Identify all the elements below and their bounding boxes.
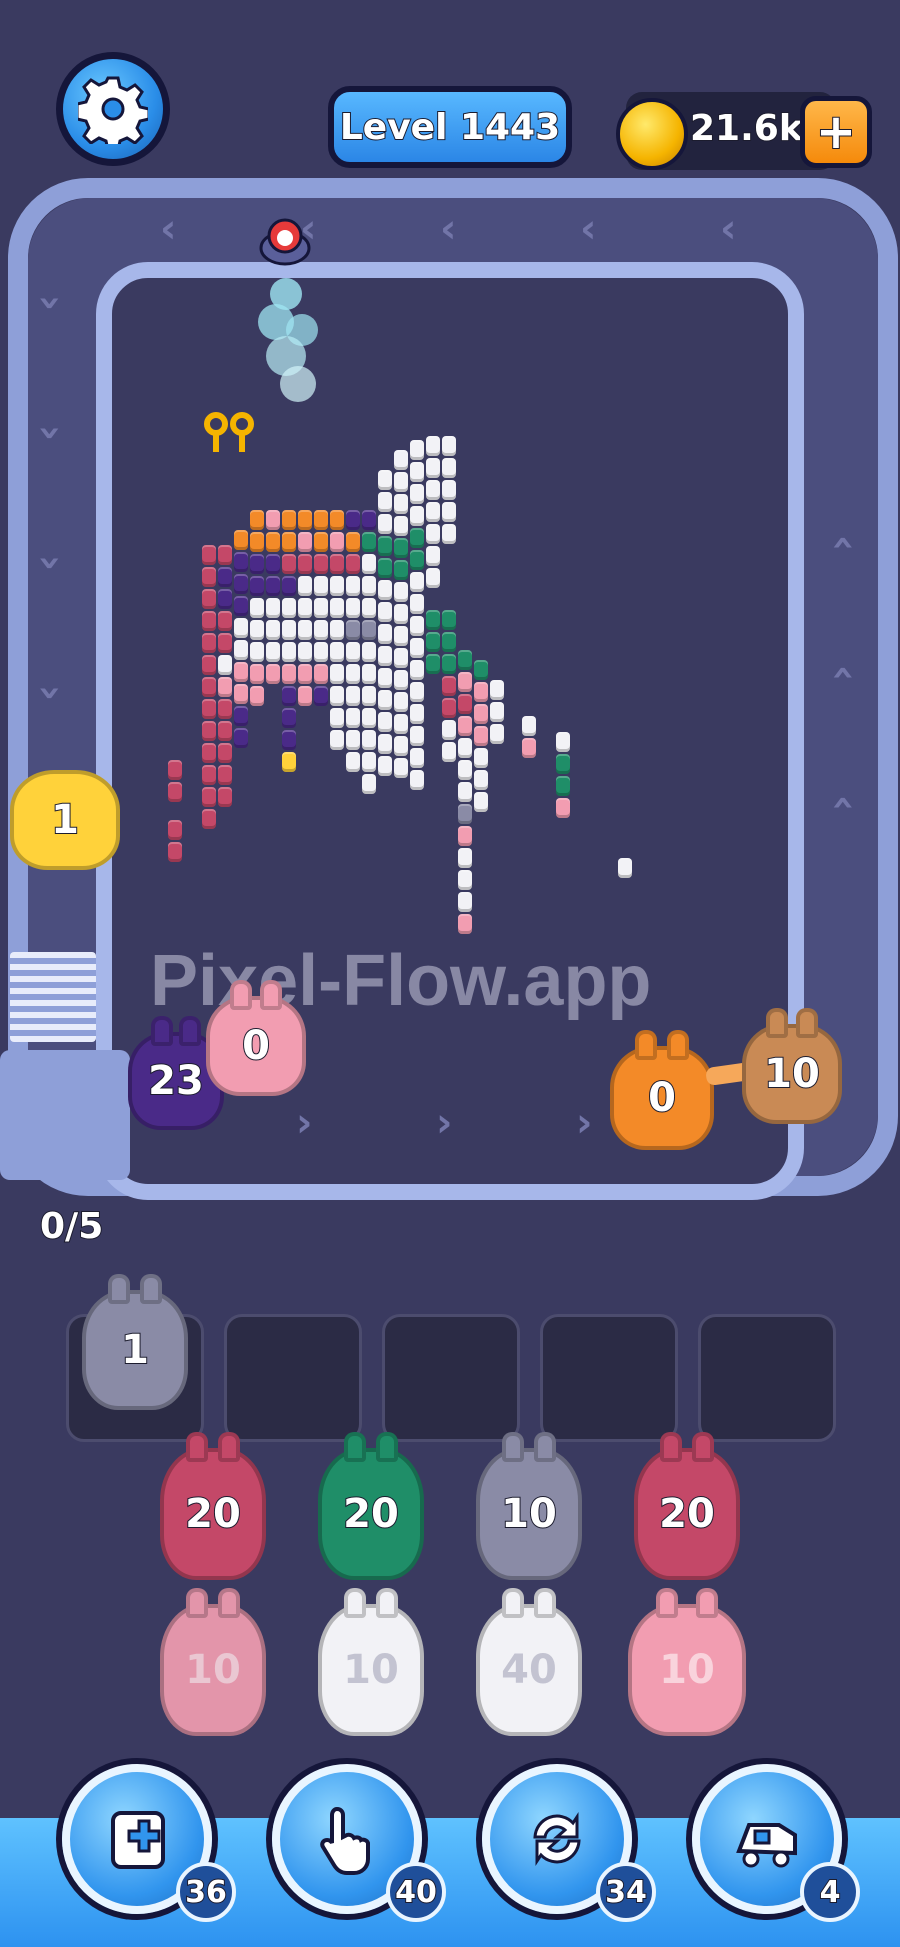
yellow-shooter-pig: 1: [10, 770, 120, 870]
pig-ammo-count: 20: [342, 1490, 400, 1538]
tool-count: 36: [176, 1862, 236, 1922]
slot-pig[interactable]: 1: [82, 1274, 188, 1410]
grid-pig[interactable]: 10: [476, 1432, 582, 1580]
pig-ammo-count: 0: [647, 1074, 677, 1122]
tool-count: 40: [386, 1862, 446, 1922]
pig-ammo-count: 0: [241, 1022, 271, 1070]
add-coins-button[interactable]: +: [800, 96, 872, 168]
pig-ammo-count: 10: [500, 1490, 558, 1538]
track-arrow-icon: ‹: [821, 534, 868, 552]
pig-ammo-count: 20: [658, 1490, 716, 1538]
track-arrow-icon: ‹: [25, 294, 72, 312]
track-arrow-icon: ‹: [160, 206, 177, 252]
pig-ammo-count: 1: [120, 1326, 150, 1374]
track-arrow-icon: ‹: [440, 206, 457, 252]
grid-pig[interactable]: 10: [318, 1588, 424, 1736]
pig-ammo-count: 40: [501, 1647, 557, 1693]
shuffle-icon: [533, 1812, 581, 1866]
grid-pig[interactable]: 20: [160, 1432, 266, 1580]
pig-ammo-count: 20: [184, 1490, 242, 1538]
orange-shooter-pig: 0: [610, 1030, 714, 1150]
track-arrow-icon: ‹: [580, 206, 597, 252]
grid-pig[interactable]: 40: [476, 1588, 582, 1736]
holding-slot[interactable]: [698, 1314, 836, 1442]
key-icon: [204, 412, 260, 458]
pig-ammo-count: 10: [763, 1050, 821, 1098]
tool-count: 34: [596, 1862, 656, 1922]
smoke-trail: [246, 274, 336, 408]
pig-ammo-count: 23: [147, 1057, 205, 1105]
holding-slot[interactable]: [224, 1314, 362, 1442]
level-indicator: Level 1443: [328, 86, 572, 168]
track-arrow-icon: ‹: [821, 794, 868, 812]
queue-counter: 0/5: [39, 1205, 104, 1248]
train-icon: [736, 1823, 797, 1868]
holding-slot[interactable]: [540, 1314, 678, 1442]
tan-shooter-pig: 10: [742, 1008, 842, 1124]
pig-dispenser: [0, 1050, 130, 1180]
track-arrow-icon: ‹: [720, 206, 737, 252]
pig-ammo-count: 10: [343, 1647, 399, 1693]
track-arrow-icon: ›: [436, 1100, 453, 1146]
settings-button[interactable]: [56, 52, 170, 166]
track-arrow-icon: ›: [576, 1100, 593, 1146]
rocket-icon: [256, 216, 314, 270]
hand-pointer-icon: [320, 1806, 370, 1875]
track-arrow-icon: ‹: [821, 664, 868, 682]
grid-pig[interactable]: 10: [160, 1588, 266, 1736]
coin-amount: 21.6k: [689, 107, 804, 150]
grid-pig[interactable]: 20: [634, 1432, 740, 1580]
track-arrow-icon: ‹: [25, 554, 72, 572]
entry-chute: [10, 952, 96, 1042]
tool-count: 4: [800, 1862, 860, 1922]
pig-ammo-count: 10: [185, 1647, 241, 1693]
add-block-icon: [111, 1811, 165, 1869]
pink-shooter-pig: 0: [206, 980, 306, 1096]
grid-pig[interactable]: 20: [318, 1432, 424, 1580]
coin-icon: [616, 98, 688, 170]
pig-ammo-count: 10: [659, 1647, 715, 1693]
track-arrow-icon: ‹: [25, 684, 72, 702]
grid-pig[interactable]: 10: [628, 1588, 746, 1736]
track-arrow-icon: ‹: [25, 424, 72, 442]
pig-ammo-count: 1: [50, 796, 80, 844]
holding-slot[interactable]: [382, 1314, 520, 1442]
track-arrow-icon: ›: [296, 1100, 313, 1146]
gear-icon: [78, 76, 148, 144]
